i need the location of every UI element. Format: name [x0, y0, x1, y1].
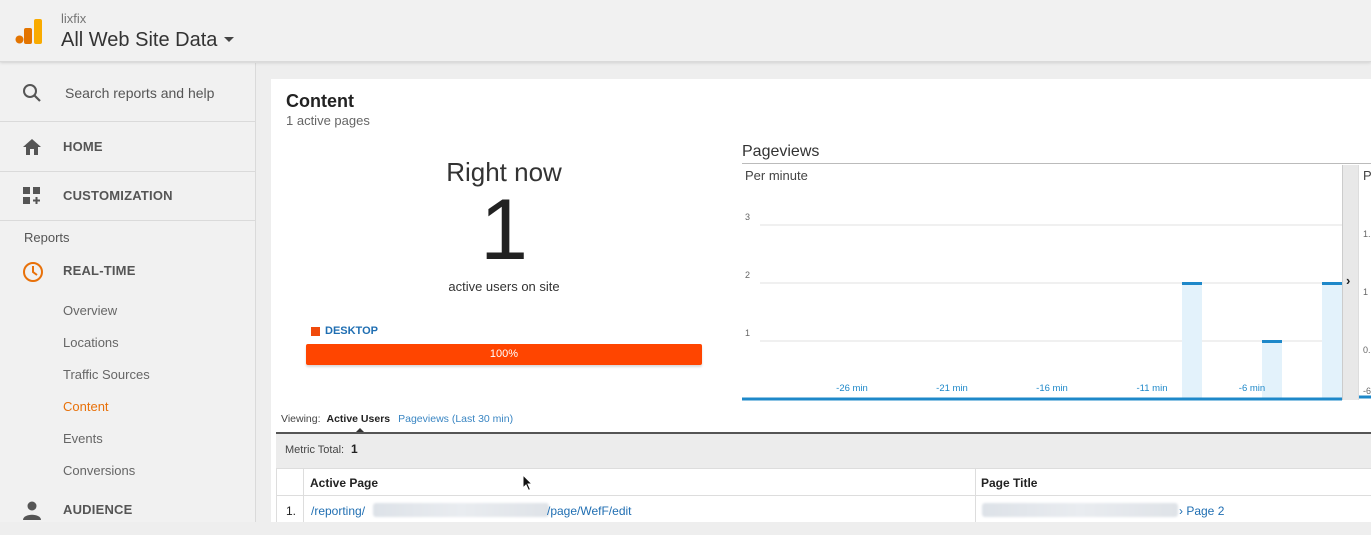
page-subtitle: 1 active pages: [286, 113, 370, 128]
viewing-tabs: Viewing: Active Users Pageviews (Last 30 m…: [281, 413, 513, 425]
desktop-share-bar: 100%: [306, 344, 702, 365]
x-tick-label: -6 min: [1239, 383, 1265, 394]
nav-realtime[interactable]: REAL-TIME: [0, 247, 255, 296]
search-icon: [23, 84, 41, 102]
x-tick-label: -11 min: [1137, 383, 1168, 394]
pageviews-title: Pageviews: [742, 143, 820, 160]
column-header-page-title[interactable]: Page Title: [981, 476, 1037, 490]
clock-icon: [23, 262, 43, 282]
column-header-active-page[interactable]: Active Page: [310, 476, 378, 490]
x-tick-label: -26 min: [836, 383, 868, 394]
mouse-cursor-icon: [522, 474, 534, 492]
sidebar-item-events[interactable]: Events: [63, 431, 103, 446]
search-bar[interactable]: Search reports and help: [0, 63, 255, 122]
second-chart-tick: 1.: [1363, 229, 1371, 239]
home-icon: [23, 139, 41, 155]
reports-heading: Reports: [24, 230, 70, 245]
table-header: Active Page Page Title: [277, 468, 1371, 496]
desktop-share-percent: 100%: [489, 348, 519, 360]
chart-bar-cap: [1182, 282, 1202, 285]
y-tick-label: 2: [745, 270, 750, 280]
nav-customization-label: CUSTOMIZATION: [63, 188, 173, 203]
second-chart-title: P: [1363, 168, 1371, 183]
chevron-right-icon: ›: [1346, 273, 1351, 288]
sidebar-item-overview[interactable]: Overview: [63, 303, 117, 318]
per-second-chart-svg: P 1. 1 0. -6: [1359, 168, 1371, 399]
nav-realtime-label: REAL-TIME: [63, 263, 136, 278]
nav-home-label: HOME: [63, 139, 103, 154]
active-users-label: active users on site: [448, 279, 560, 294]
content-table: Active Page Page Title 1. /reporting/ /p…: [276, 468, 1371, 522]
chart-bar: [1182, 283, 1202, 399]
sidebar-item-locations[interactable]: Locations: [63, 335, 119, 350]
nav-audience-label: AUDIENCE: [63, 502, 133, 517]
x-tick-label: -21 min: [936, 383, 968, 394]
second-chart-tick: -6: [1363, 386, 1371, 396]
table-row: 1. /reporting/ /page/WefF/edit › Page 2: [277, 496, 1371, 522]
page-title-link[interactable]: › Page 2: [1179, 504, 1224, 518]
analytics-logo: [15, 19, 42, 44]
redacted-segment: [373, 503, 549, 517]
desktop-legend-label: DESKTOP: [325, 325, 378, 337]
active-page-suffix[interactable]: /page/WefF/edit: [547, 504, 632, 518]
pageviews-chart-svg: Per minute 3 2 1 -26 min -21 min -16 min -11 mi…: [742, 168, 1360, 401]
second-chart-tick: 0.: [1363, 345, 1371, 355]
page-title: Content: [286, 91, 354, 111]
row-index: 1.: [286, 504, 297, 518]
tab-pageviews[interactable]: Pageviews (Last 30 min): [398, 413, 513, 425]
active-users-count: 1: [480, 182, 528, 278]
sidebar-item-conversions[interactable]: Conversions: [63, 463, 135, 478]
account-name: lixfix: [61, 11, 87, 26]
second-chart-tick: 1: [1363, 287, 1368, 297]
desktop-legend-swatch: [311, 327, 320, 336]
pageviews-per-second-chart: P 1. 1 0. -6: [1358, 165, 1371, 400]
pageviews-per-minute-chart: Per minute 3 2 1 -26 min -21 min -16 min -11 mi…: [742, 165, 1360, 402]
chart-bar-cap: [1322, 282, 1342, 285]
dashboard-add-icon: [23, 187, 40, 204]
column-divider: [303, 468, 304, 522]
tab-active-users[interactable]: Active Users: [327, 413, 391, 425]
person-icon: [23, 501, 41, 520]
content-panel: Content 1 active pages Right now 1 activ…: [271, 79, 1371, 522]
x-tick-label: -16 min: [1036, 383, 1068, 394]
nav-audience[interactable]: AUDIENCE: [0, 486, 255, 535]
viewing-label: Viewing:: [281, 413, 321, 425]
sidebar-item-traffic-sources[interactable]: Traffic Sources: [63, 367, 150, 382]
metric-total-label: Metric Total:: [285, 444, 345, 456]
column-divider: [975, 468, 976, 522]
metric-total-value: 1: [351, 442, 358, 456]
y-tick-label: 3: [745, 212, 750, 222]
chart-bar: [1322, 283, 1342, 399]
nav-customization[interactable]: CUSTOMIZATION: [0, 172, 255, 221]
chart-title: Per minute: [745, 168, 808, 183]
top-bar: lixfix All Web Site Data: [0, 0, 1371, 62]
property-selector[interactable]: All Web Site Data: [61, 29, 217, 52]
caret-down-icon[interactable]: [224, 37, 234, 42]
sidebar-item-content[interactable]: Content: [63, 399, 109, 414]
nav-home[interactable]: HOME: [0, 123, 255, 172]
active-page-prefix[interactable]: /reporting/: [311, 504, 365, 518]
pageviews-divider: [742, 163, 1371, 164]
metric-total-bar: Metric Total: 1: [276, 432, 1371, 468]
search-input[interactable]: Search reports and help: [65, 85, 214, 101]
redacted-title: [982, 503, 1178, 517]
expand-panel-toggle[interactable]: ›: [1342, 165, 1358, 400]
chart-bar-cap: [1262, 340, 1282, 343]
y-tick-label: 1: [745, 328, 750, 338]
sidebar: Search reports and help HOME CUSTOMIZATI…: [0, 63, 256, 522]
